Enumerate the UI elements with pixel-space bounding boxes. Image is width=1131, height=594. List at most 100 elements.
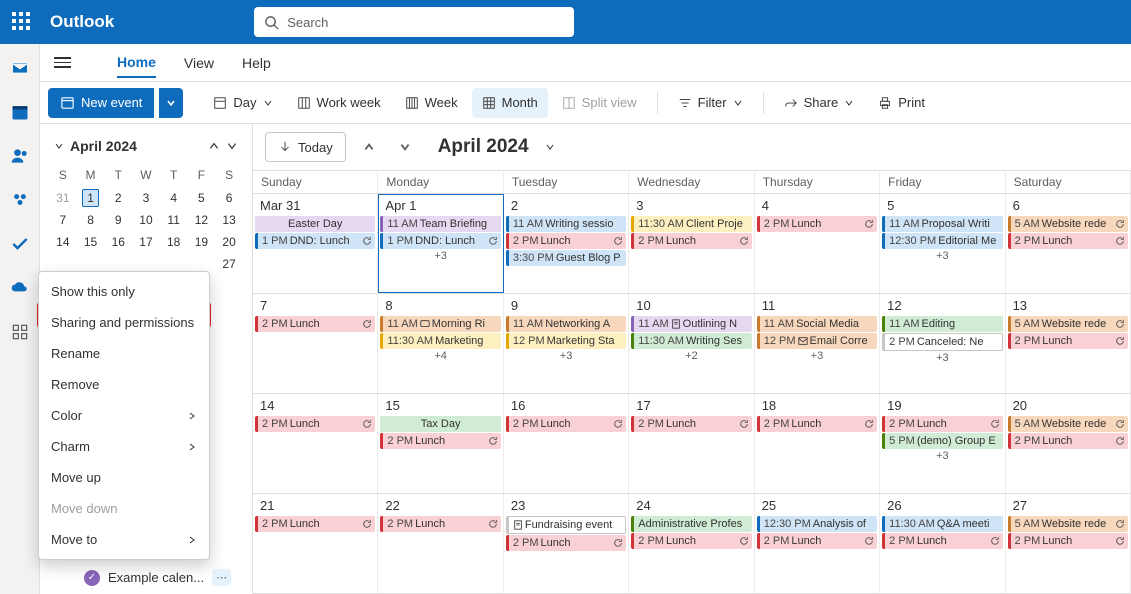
- more-events[interactable]: +3: [757, 350, 877, 362]
- more-events[interactable]: +3: [506, 350, 626, 362]
- day-cell[interactable]: 192 PM Lunch5 PM (demo) Group E+3: [880, 394, 1005, 493]
- more-apps-icon[interactable]: [10, 322, 30, 342]
- calendar-icon[interactable]: [10, 102, 30, 122]
- mini-day[interactable]: 9: [105, 210, 131, 230]
- day-cell[interactable]: 222 PM Lunch: [378, 494, 503, 593]
- mini-day[interactable]: 13: [216, 210, 242, 230]
- tab-help[interactable]: Help: [242, 49, 271, 77]
- event[interactable]: 2 PM Lunch: [882, 416, 1002, 432]
- event[interactable]: 11:30 AM Q&A meeti: [882, 516, 1002, 532]
- day-cell[interactable]: 162 PM Lunch: [504, 394, 629, 493]
- day-view-button[interactable]: Day: [203, 88, 282, 118]
- day-cell[interactable]: 15Tax Day2 PM Lunch: [378, 394, 503, 493]
- mini-day[interactable]: 8: [78, 210, 104, 230]
- more-events[interactable]: +3: [380, 250, 500, 262]
- day-cell[interactable]: 211 AM Writing sessio2 PM Lunch3:30 PM G…: [504, 194, 629, 293]
- chevron-down-icon[interactable]: [54, 141, 64, 151]
- day-cell[interactable]: 511 AM Proposal Writi12:30 PM Editorial …: [880, 194, 1005, 293]
- event[interactable]: 11 AM Proposal Writi: [882, 216, 1002, 232]
- calendar-list-item[interactable]: ✓ Example calen... ⋯: [84, 569, 231, 586]
- mini-day[interactable]: 27: [216, 254, 242, 274]
- app-launcher-icon[interactable]: [12, 12, 32, 32]
- event[interactable]: 2 PM Lunch: [1008, 233, 1128, 249]
- event[interactable]: 5 AM Website rede: [1008, 516, 1128, 532]
- mini-calendar[interactable]: SMTWTFS 31123456789101112131415161718192…: [48, 162, 244, 276]
- day-cell[interactable]: 1111 AM Social Media12 PM Email Corre+3: [755, 294, 880, 393]
- todo-icon[interactable]: [10, 234, 30, 254]
- more-events[interactable]: +3: [882, 250, 1002, 262]
- mini-day[interactable]: 16: [105, 232, 131, 252]
- day-cell[interactable]: 275 AM Website rede2 PM Lunch: [1006, 494, 1131, 593]
- event[interactable]: 2 PM Lunch: [882, 533, 1002, 549]
- tab-home[interactable]: Home: [117, 48, 156, 78]
- people-icon[interactable]: [10, 146, 30, 166]
- event[interactable]: 3:30 PM Guest Blog P: [506, 250, 626, 266]
- day-cell[interactable]: 182 PM Lunch: [755, 394, 880, 493]
- mini-day[interactable]: 12: [189, 210, 215, 230]
- day-cell[interactable]: 142 PM Lunch: [253, 394, 378, 493]
- day-cell[interactable]: Apr 111 AM Team Briefing1 PM DND: Lunch+…: [378, 194, 503, 293]
- share-button[interactable]: Share: [774, 88, 865, 118]
- event[interactable]: 2 PM Canceled: Ne: [882, 333, 1002, 351]
- mini-day[interactable]: 4: [161, 188, 187, 208]
- menu-color[interactable]: Color: [39, 400, 209, 431]
- event[interactable]: 2 PM Lunch: [631, 233, 751, 249]
- mini-day[interactable]: 19: [189, 232, 215, 252]
- new-event-dropdown[interactable]: [159, 88, 183, 118]
- menu-sharing-permissions[interactable]: Sharing and permissions: [39, 307, 209, 338]
- event[interactable]: 2 PM Lunch: [506, 535, 626, 551]
- more-events[interactable]: +3: [882, 450, 1002, 462]
- event[interactable]: 2 PM Lunch: [506, 233, 626, 249]
- menu-rename[interactable]: Rename: [39, 338, 209, 369]
- prev-month-icon[interactable]: [208, 140, 220, 152]
- mini-day[interactable]: 3: [133, 188, 159, 208]
- day-cell[interactable]: 42 PM Lunch: [755, 194, 880, 293]
- day-cell[interactable]: 72 PM Lunch: [253, 294, 378, 393]
- event[interactable]: 2 PM Lunch: [255, 516, 375, 532]
- filter-button[interactable]: Filter: [668, 88, 753, 118]
- event[interactable]: 2 PM Lunch: [1008, 433, 1128, 449]
- event[interactable]: 11 AM Editing: [882, 316, 1002, 332]
- mini-day[interactable]: 20: [216, 232, 242, 252]
- mini-day[interactable]: 5: [189, 188, 215, 208]
- event[interactable]: 2 PM Lunch: [506, 416, 626, 432]
- mini-day[interactable]: 15: [78, 232, 104, 252]
- day-cell[interactable]: 205 AM Website rede2 PM Lunch: [1006, 394, 1131, 493]
- search-input[interactable]: Search: [254, 7, 574, 37]
- onedrive-icon[interactable]: [10, 278, 30, 298]
- mini-day[interactable]: 14: [50, 232, 76, 252]
- event[interactable]: 2 PM Lunch: [380, 433, 500, 449]
- event[interactable]: 12:30 PM Editorial Me: [882, 233, 1002, 249]
- day-cell[interactable]: 2512:30 PM Analysis of2 PM Lunch: [755, 494, 880, 593]
- event[interactable]: 2 PM Lunch: [255, 416, 375, 432]
- more-events[interactable]: +3: [882, 352, 1002, 364]
- day-cell[interactable]: 172 PM Lunch: [629, 394, 754, 493]
- mini-day[interactable]: 11: [161, 210, 187, 230]
- event[interactable]: 12 PM Marketing Sta: [506, 333, 626, 349]
- event[interactable]: 11:30 AM Client Proje: [631, 216, 751, 232]
- next-period-button[interactable]: [392, 134, 418, 160]
- event[interactable]: 11 AM Outlining N: [631, 316, 751, 332]
- day-cell[interactable]: Mar 31Easter Day1 PM DND: Lunch: [253, 194, 378, 293]
- day-cell[interactable]: 1011 AM Outlining N11:30 AM Writing Ses+…: [629, 294, 754, 393]
- calendar-more-icon[interactable]: ⋯: [212, 569, 231, 586]
- event[interactable]: 5 PM (demo) Group E: [882, 433, 1002, 449]
- event[interactable]: 1 PM DND: Lunch: [380, 233, 500, 249]
- event[interactable]: 11 AM Writing sessio: [506, 216, 626, 232]
- day-cell[interactable]: 23Fundraising event2 PM Lunch: [504, 494, 629, 593]
- mini-day[interactable]: 1: [78, 188, 104, 208]
- event[interactable]: 5 AM Website rede: [1008, 316, 1128, 332]
- event[interactable]: 5 AM Website rede: [1008, 216, 1128, 232]
- menu-move-up[interactable]: Move up: [39, 462, 209, 493]
- mini-day[interactable]: 6: [216, 188, 242, 208]
- more-events[interactable]: +2: [631, 350, 751, 362]
- day-cell[interactable]: 311:30 AM Client Proje2 PM Lunch: [629, 194, 754, 293]
- today-button[interactable]: Today: [265, 132, 346, 162]
- mini-day[interactable]: 7: [50, 210, 76, 230]
- day-cell[interactable]: 811 AM Morning Ri11:30 AM Marketing+4: [378, 294, 503, 393]
- event[interactable]: 2 PM Lunch: [757, 533, 877, 549]
- event[interactable]: 11 AM Social Media: [757, 316, 877, 332]
- event[interactable]: 12 PM Email Corre: [757, 333, 877, 349]
- event[interactable]: 2 PM Lunch: [631, 533, 751, 549]
- print-button[interactable]: Print: [868, 88, 935, 118]
